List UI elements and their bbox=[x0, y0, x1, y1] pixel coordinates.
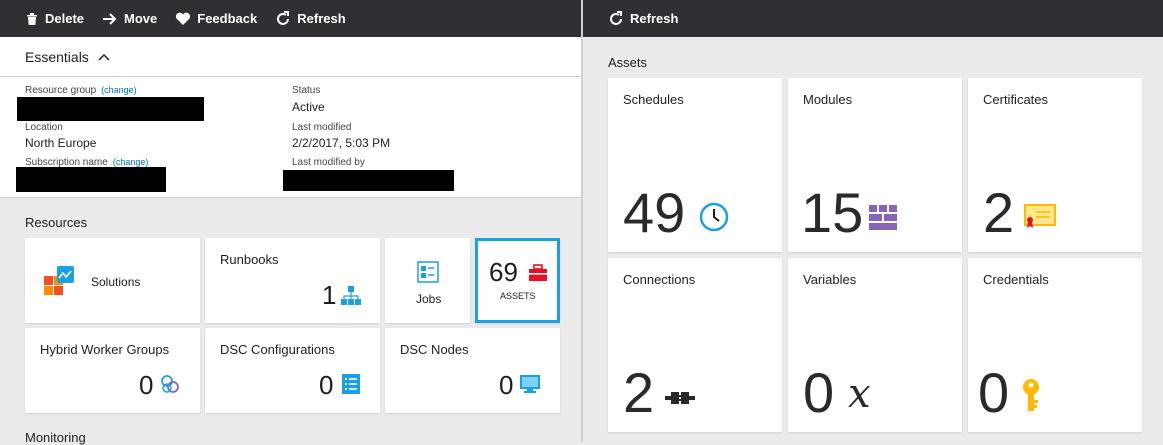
refresh-icon bbox=[610, 10, 622, 25]
assets-blade: Refresh Assets Schedules 49 Modules 15 C… bbox=[583, 0, 1163, 442]
dsc-configurations-title: DSC Configurations bbox=[220, 342, 335, 357]
credentials-count: 0 bbox=[978, 361, 1010, 424]
certificates-count: 2 bbox=[983, 181, 1015, 244]
connections-count: 2 bbox=[623, 361, 655, 424]
variables-title: Variables bbox=[803, 272, 857, 287]
refresh-button[interactable]: Refresh bbox=[275, 10, 346, 27]
credentials-tile[interactable]: Credentials 0 bbox=[968, 258, 1142, 432]
credentials-title: Credentials bbox=[983, 272, 1049, 287]
connections-tile[interactable]: Connections 2 bbox=[608, 258, 782, 432]
modules-title: Modules bbox=[803, 92, 853, 107]
hybrid-worker-icon bbox=[161, 375, 179, 393]
runbooks-tile[interactable]: Runbooks 1 bbox=[205, 238, 380, 323]
certificate-icon bbox=[1024, 204, 1056, 228]
last-modified-value: 2/2/2017, 5:03 PM bbox=[292, 136, 391, 150]
modules-tile[interactable]: Modules 15 bbox=[788, 78, 962, 252]
clock-icon bbox=[699, 202, 729, 232]
assets-tile[interactable]: 69 ASSETS bbox=[475, 238, 560, 323]
dsc-configurations-count: 0 bbox=[319, 370, 334, 400]
essentials-title: Essentials bbox=[25, 48, 89, 65]
runbooks-title: Runbooks bbox=[220, 252, 279, 267]
dsc-node-monitor-icon bbox=[520, 375, 540, 393]
variables-tile[interactable]: Variables 0 x bbox=[788, 258, 962, 432]
assets-panel-title: Assets bbox=[608, 55, 648, 70]
runbook-hierarchy-icon bbox=[341, 286, 361, 305]
dsc-nodes-tile[interactable]: DSC Nodes 0 bbox=[385, 328, 560, 413]
certificates-tile[interactable]: Certificates 2 bbox=[968, 78, 1142, 252]
jobs-label: Jobs bbox=[416, 292, 442, 306]
refresh-label: Refresh bbox=[297, 11, 346, 26]
toolbox-icon bbox=[529, 264, 547, 281]
redacted-last-modified-by bbox=[283, 170, 454, 191]
jobs-tile[interactable]: Jobs bbox=[385, 238, 470, 323]
jobs-icon bbox=[417, 261, 439, 283]
runbooks-count: 1 bbox=[322, 280, 337, 310]
dsc-nodes-title: DSC Nodes bbox=[400, 342, 469, 357]
location-label: Location bbox=[25, 122, 63, 133]
redacted-subscription bbox=[16, 167, 166, 192]
monitoring-title: Monitoring bbox=[25, 430, 86, 445]
assets-count: 69 bbox=[489, 257, 518, 287]
feedback-button[interactable]: Feedback bbox=[175, 11, 257, 26]
modules-count: 15 bbox=[801, 181, 864, 244]
essentials-header[interactable]: Essentials bbox=[0, 37, 581, 77]
dsc-nodes-count: 0 bbox=[499, 370, 514, 400]
dsc-configuration-list-icon bbox=[342, 374, 360, 394]
refresh-icon bbox=[277, 10, 290, 25]
schedules-title: Schedules bbox=[623, 92, 684, 107]
automation-account-blade: Delete Move Feedback Refresh Essentials … bbox=[0, 0, 581, 445]
schedules-count: 49 bbox=[623, 181, 686, 244]
heart-icon bbox=[176, 12, 191, 25]
right-command-bar: Refresh bbox=[583, 0, 1163, 37]
variable-x-icon: x bbox=[848, 371, 871, 417]
connection-plug-icon bbox=[665, 392, 695, 404]
resource-group-change-link[interactable]: (change) bbox=[101, 85, 137, 95]
assets-label: ASSETS bbox=[500, 291, 536, 301]
dsc-configurations-tile[interactable]: DSC Configurations 0 bbox=[205, 328, 380, 413]
essentials-panel: Essentials Resource group (change) Locati… bbox=[0, 37, 581, 198]
resource-group-label: Resource group (change) bbox=[25, 85, 137, 96]
move-button[interactable]: Move bbox=[102, 11, 157, 26]
variables-count: 0 bbox=[803, 361, 835, 424]
last-modified-label: Last modified bbox=[292, 122, 352, 133]
resources-title: Resources bbox=[25, 215, 88, 230]
hybrid-worker-groups-tile[interactable]: Hybrid Worker Groups 0 bbox=[25, 328, 200, 413]
arrow-right-icon bbox=[103, 12, 117, 25]
solutions-icon bbox=[44, 266, 74, 295]
hybrid-worker-groups-count: 0 bbox=[139, 370, 154, 400]
assets-refresh-button[interactable]: Refresh bbox=[608, 10, 679, 27]
trash-icon bbox=[27, 12, 37, 25]
modules-grid-icon bbox=[869, 205, 897, 230]
last-modified-by-label: Last modified by bbox=[292, 157, 365, 168]
delete-label: Delete bbox=[45, 11, 85, 26]
solutions-tile[interactable]: Solutions bbox=[25, 238, 200, 323]
schedules-tile[interactable]: Schedules 49 bbox=[608, 78, 782, 252]
resource-group-label-text: Resource group bbox=[25, 85, 97, 96]
feedback-label: Feedback bbox=[197, 11, 258, 26]
status-value: Active bbox=[292, 100, 325, 114]
solutions-label: Solutions bbox=[91, 275, 141, 289]
connections-title: Connections bbox=[623, 272, 696, 287]
redacted-resource-group bbox=[17, 97, 204, 121]
location-value: North Europe bbox=[25, 136, 97, 150]
certificates-title: Certificates bbox=[983, 92, 1049, 107]
key-icon bbox=[1023, 379, 1039, 411]
chevron-up-icon[interactable] bbox=[98, 53, 110, 61]
status-label: Status bbox=[292, 85, 321, 96]
left-command-bar: Delete Move Feedback Refresh bbox=[0, 0, 581, 37]
subscription-change-link[interactable]: (change) bbox=[113, 157, 149, 167]
assets-refresh-label: Refresh bbox=[630, 11, 679, 26]
delete-button[interactable]: Delete bbox=[25, 11, 84, 26]
move-label: Move bbox=[124, 11, 158, 26]
hybrid-worker-groups-title: Hybrid Worker Groups bbox=[40, 342, 170, 357]
